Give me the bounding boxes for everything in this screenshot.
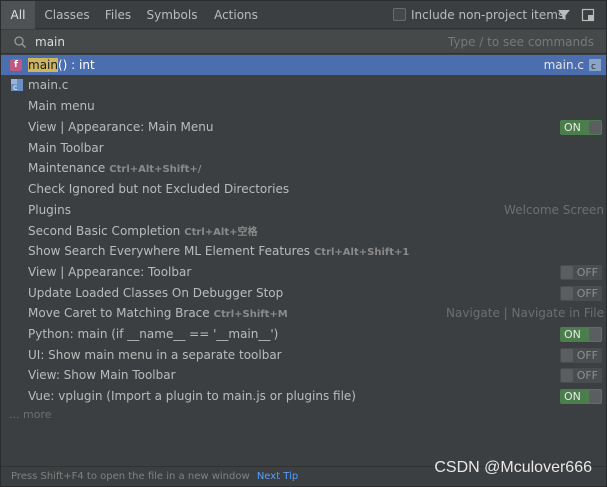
function-icon: f (10, 59, 22, 71)
result-row-main-function[interactable]: f main() : int main.c c (1, 55, 606, 75)
toggle-knob (561, 266, 573, 279)
svg-text:c: c (13, 83, 17, 92)
result-row-option[interactable]: UI: Show main menu in a separate toolbar… (1, 345, 606, 365)
c-file-icon: c (11, 79, 23, 92)
result-row-option[interactable]: View: Show Main Toolbar OFF (1, 365, 606, 385)
action-name: Maintenance (28, 161, 106, 175)
search-icon (14, 36, 26, 48)
action-name: Second Basic Completion (28, 224, 181, 238)
result-label: Main menu (28, 99, 95, 113)
result-label: Check Ignored but not Excluded Directori… (28, 182, 290, 196)
toggle-knob (589, 390, 601, 403)
match-highlight: main (28, 58, 58, 72)
result-row-action[interactable]: Plugins Welcome Screen (1, 200, 606, 220)
result-label: Second Basic Completion Ctrl+Alt+空格 (28, 221, 257, 243)
result-label: Move Caret to Matching Brace Ctrl+Shift+M (28, 303, 288, 325)
shortcut-label: Ctrl+Alt+Shift+/ (109, 164, 202, 175)
result-row-action[interactable]: Main Toolbar (1, 138, 606, 158)
result-label: View: Show Main Toolbar (28, 368, 176, 382)
result-row-action[interactable]: Check Ignored but not Excluded Directori… (1, 179, 606, 199)
toggle-state: ON (564, 121, 581, 134)
include-non-project-checkbox[interactable] (393, 8, 406, 21)
search-hint: Type / to see commands (447, 35, 594, 49)
result-row-option[interactable]: Vue: vplugin (Import a plugin to main.js… (1, 386, 606, 406)
result-row-option[interactable]: Python: main (if __name__ == '__main__')… (1, 324, 606, 344)
result-label: UI: Show main menu in a separate toolbar (28, 348, 282, 362)
result-label: Main Toolbar (28, 141, 104, 155)
shortcut-label: Ctrl+Shift+M (213, 309, 288, 320)
result-row-action[interactable]: Second Basic Completion Ctrl+Alt+空格 (1, 221, 606, 241)
result-location: Navigate | Navigate in File (446, 306, 604, 320)
toggle-state: OFF (576, 266, 598, 279)
toggle-switch[interactable]: OFF (560, 368, 602, 383)
result-row-action[interactable]: Move Caret to Matching Brace Ctrl+Shift+M… (1, 303, 606, 323)
toggle-state: ON (564, 328, 581, 341)
toggle-state: OFF (576, 287, 598, 300)
result-label: main.c (28, 78, 69, 92)
c-file-icon: c (589, 59, 601, 72)
result-label: main() : int (28, 55, 95, 75)
svg-text:c: c (591, 62, 596, 72)
status-tip-text: Press Shift+F4 to open the file in a new… (11, 471, 250, 482)
search-input[interactable]: main (35, 30, 65, 54)
watermark: CSDN @Mculover666 (434, 459, 592, 476)
toggle-switch[interactable]: ON (560, 120, 602, 135)
toggle-knob (561, 287, 573, 300)
result-label: Plugins (28, 203, 71, 217)
search-everywhere-window: All Classes Files Symbols Actions Includ… (0, 0, 607, 487)
result-label: View | Appearance: Toolbar (28, 265, 192, 279)
more-link[interactable]: ... more (9, 408, 51, 421)
tab-files[interactable]: Files (98, 1, 138, 29)
open-in-tool-window-icon[interactable] (581, 8, 595, 22)
result-label: Show Search Everywhere ML Element Featur… (28, 241, 409, 263)
tab-classes[interactable]: Classes (37, 1, 97, 29)
toggle-state: ON (564, 390, 581, 403)
toggle-switch[interactable]: OFF (560, 348, 602, 363)
include-non-project-label: Include non-project items (411, 8, 565, 22)
result-label-suffix: () : int (57, 58, 95, 72)
result-row-action[interactable]: Show Search Everywhere ML Element Featur… (1, 241, 606, 261)
tab-actions[interactable]: Actions (206, 1, 266, 29)
tab-symbols[interactable]: Symbols (140, 1, 204, 29)
result-label: Update Loaded Classes On Debugger Stop (28, 286, 284, 300)
toggle-state: OFF (576, 349, 598, 362)
action-name: Move Caret to Matching Brace (28, 306, 210, 320)
result-label: Vue: vplugin (Import a plugin to main.js… (28, 389, 356, 403)
toggle-switch[interactable]: OFF (560, 286, 602, 301)
tab-all[interactable]: All (1, 1, 35, 29)
result-row-option[interactable]: View | Appearance: Main Menu ON (1, 117, 606, 137)
result-label: Python: main (if __name__ == '__main__') (28, 327, 279, 341)
result-row-file[interactable]: c main.c (1, 75, 606, 95)
next-tip-link[interactable]: Next Tip (257, 471, 298, 482)
action-name: Show Search Everywhere ML Element Featur… (28, 244, 310, 258)
toggle-knob (589, 121, 601, 134)
search-row: main Type / to see commands (1, 30, 606, 54)
result-location: main.c (543, 58, 584, 72)
toggle-switch[interactable]: ON (560, 389, 602, 404)
shortcut-label: Ctrl+Alt+空格 (184, 227, 258, 238)
toggle-knob (589, 328, 601, 341)
shortcut-label: Ctrl+Alt+Shift+1 (313, 247, 410, 258)
toggle-knob (561, 349, 573, 362)
toggle-switch[interactable]: OFF (560, 265, 602, 280)
filter-icon[interactable] (557, 8, 571, 22)
result-row-action[interactable]: Main menu (1, 96, 606, 116)
result-row-action[interactable]: Maintenance Ctrl+Alt+Shift+/ (1, 158, 606, 178)
tabs-bar: All Classes Files Symbols Actions Includ… (1, 1, 606, 29)
result-row-option[interactable]: Update Loaded Classes On Debugger Stop O… (1, 283, 606, 303)
result-label: Maintenance Ctrl+Alt+Shift+/ (28, 158, 201, 180)
result-label: View | Appearance: Main Menu (28, 120, 214, 134)
result-row-option[interactable]: View | Appearance: Toolbar OFF (1, 262, 606, 282)
toggle-switch[interactable]: ON (560, 327, 602, 342)
toggle-state: OFF (576, 369, 598, 382)
toggle-knob (561, 369, 573, 382)
result-location: Welcome Screen (504, 203, 604, 217)
